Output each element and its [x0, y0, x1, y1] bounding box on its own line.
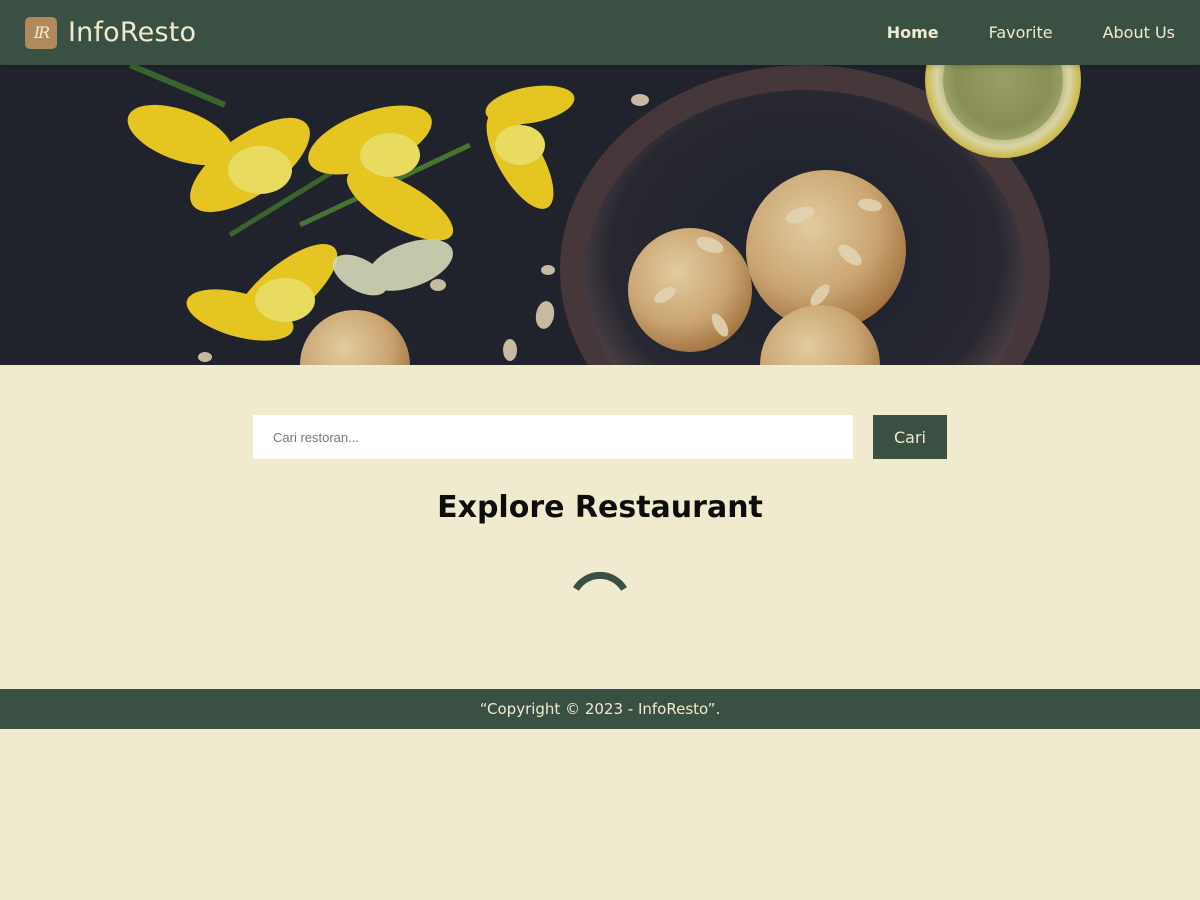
nav-favorite-link[interactable]: Favorite — [989, 23, 1053, 42]
page-footer: “Copyright © 2023 - InfoResto”. — [0, 689, 1200, 729]
hero-image — [0, 65, 1200, 365]
search-bar: Cari — [253, 415, 947, 459]
search-button[interactable]: Cari — [873, 415, 947, 459]
main-nav: Home Favorite About Us — [837, 23, 1175, 42]
copyright-text: “Copyright © 2023 - InfoResto”. — [479, 700, 721, 718]
logo-icon: IR — [25, 16, 57, 49]
brand[interactable]: IR InfoResto — [25, 16, 197, 49]
section-title: Explore Restaurant — [437, 490, 763, 525]
app-header: IR InfoResto Home Favorite About Us — [0, 0, 1200, 65]
spinner-icon — [570, 566, 630, 626]
nav-about-link[interactable]: About Us — [1103, 23, 1175, 42]
brand-name: InfoResto — [68, 17, 197, 48]
nav-home-link[interactable]: Home — [887, 23, 939, 42]
search-input[interactable] — [253, 415, 853, 459]
logo-monogram: IR — [33, 23, 50, 42]
